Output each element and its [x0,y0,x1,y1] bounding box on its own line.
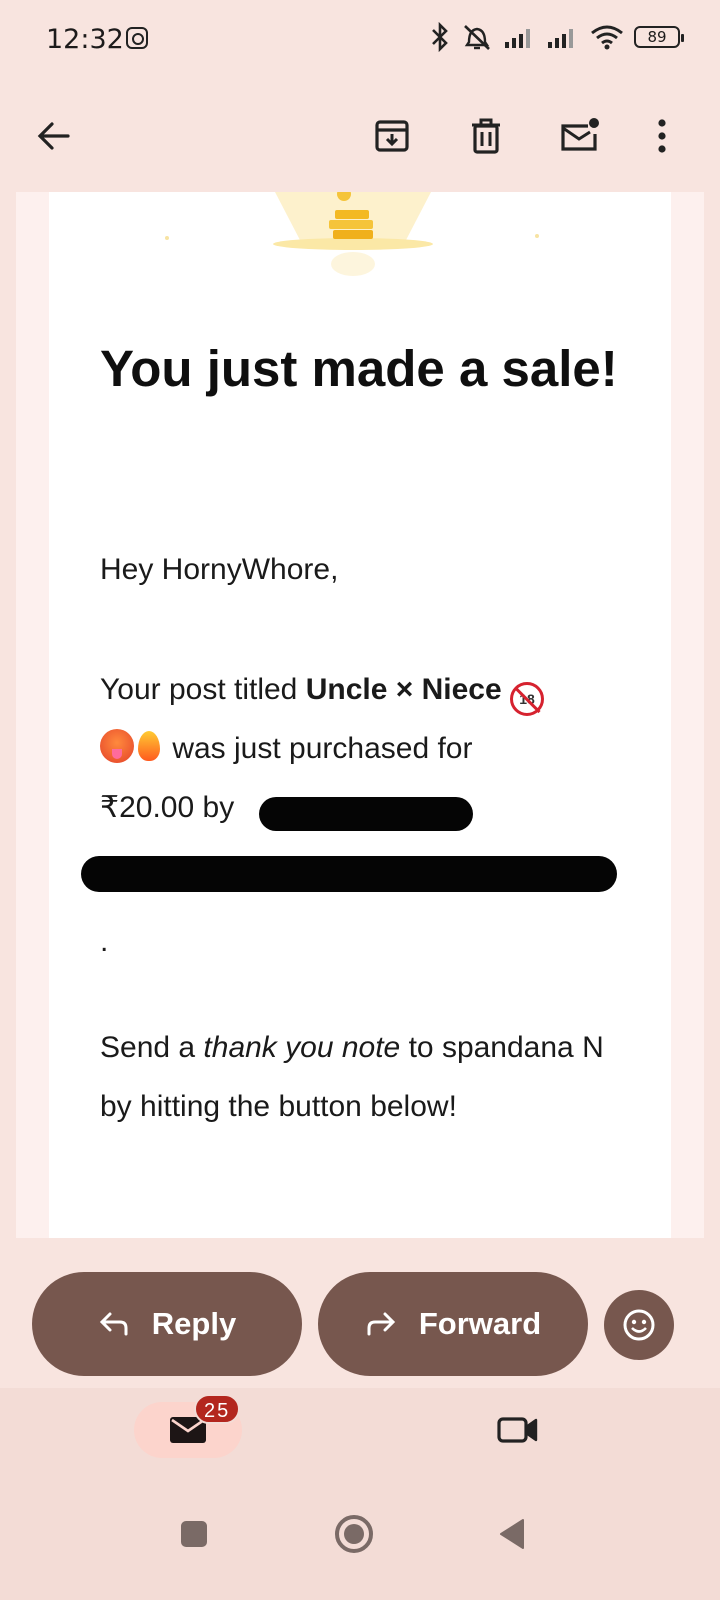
redacted-name [259,797,473,831]
email-body: You just made a sale! Hey HornyWhore, Yo… [49,192,671,1238]
email-actions: Reply Forward [0,1238,720,1388]
reply-label: Reply [151,1306,237,1341]
email-toolbar [0,80,720,192]
signal-icon [505,29,530,48]
forward-icon [367,1312,395,1336]
no-under-18-emoji: 18 [509,682,544,716]
bottom-navigation: 25 [0,1388,720,1472]
back-button[interactable] [24,106,84,166]
thank-you-emphasis: thank you note [203,1031,401,1064]
home-circle-icon [335,1515,373,1553]
system-back-button[interactable] [482,1504,542,1564]
greeting-text: Hey HornyWhore, [100,553,339,586]
forward-label: Forward [418,1306,542,1341]
trailing-period: . [100,925,109,958]
delete-button[interactable] [456,106,516,166]
meet-tab[interactable] [490,1402,546,1458]
reply-icon [99,1312,128,1336]
unread-count-badge: 25 [194,1394,241,1424]
home-button[interactable] [324,1504,384,1564]
instagram-icon [126,27,148,49]
fire-emoji [134,729,164,763]
hot-face-emoji [100,729,134,763]
redacted-handle [81,856,617,892]
status-bar: 12:32 89 [0,0,720,80]
reply-button[interactable]: Reply [32,1272,302,1376]
smiley-icon [623,1309,655,1341]
post-title: Uncle × Niece [305,673,502,706]
recents-button[interactable] [164,1504,224,1564]
para-text: Your post titled [100,673,306,706]
mute-icon [464,25,490,50]
wifi-icon [591,25,623,50]
email-content[interactable]: You just made a sale! Hey HornyWhore, Yo… [16,192,704,1238]
price-text: ₹20.00 [100,791,195,824]
archive-icon [375,120,409,152]
bluetooth-icon [432,22,448,52]
mark-unread-button[interactable] [550,106,610,166]
back-triangle-icon [500,1519,524,1549]
add-reaction-button[interactable] [604,1290,674,1360]
thank-you-paragraph: Send a thank you note to spandana N by h… [100,1018,640,1136]
status-icons: 89 [429,22,684,52]
signal-icon [548,29,573,48]
forward-button[interactable]: Forward [318,1272,588,1376]
recents-square-icon [181,1521,207,1547]
system-navigation [0,1472,720,1600]
back-arrow-icon [37,122,70,150]
para-text: Send a [100,1031,204,1064]
archive-button[interactable] [362,106,422,166]
para-text: by [194,791,235,824]
coins-banner-image [165,192,539,276]
delete-icon [472,118,500,154]
para-text: was just purchased for [164,732,473,765]
battery-icon: 89 [634,26,684,48]
more-options-icon [658,119,666,153]
email-headline: You just made a sale! [100,340,618,397]
mark-unread-icon [561,118,599,151]
meet-video-icon [497,1417,538,1443]
status-time: 12:32 [46,24,124,55]
more-options-button[interactable] [632,106,692,166]
